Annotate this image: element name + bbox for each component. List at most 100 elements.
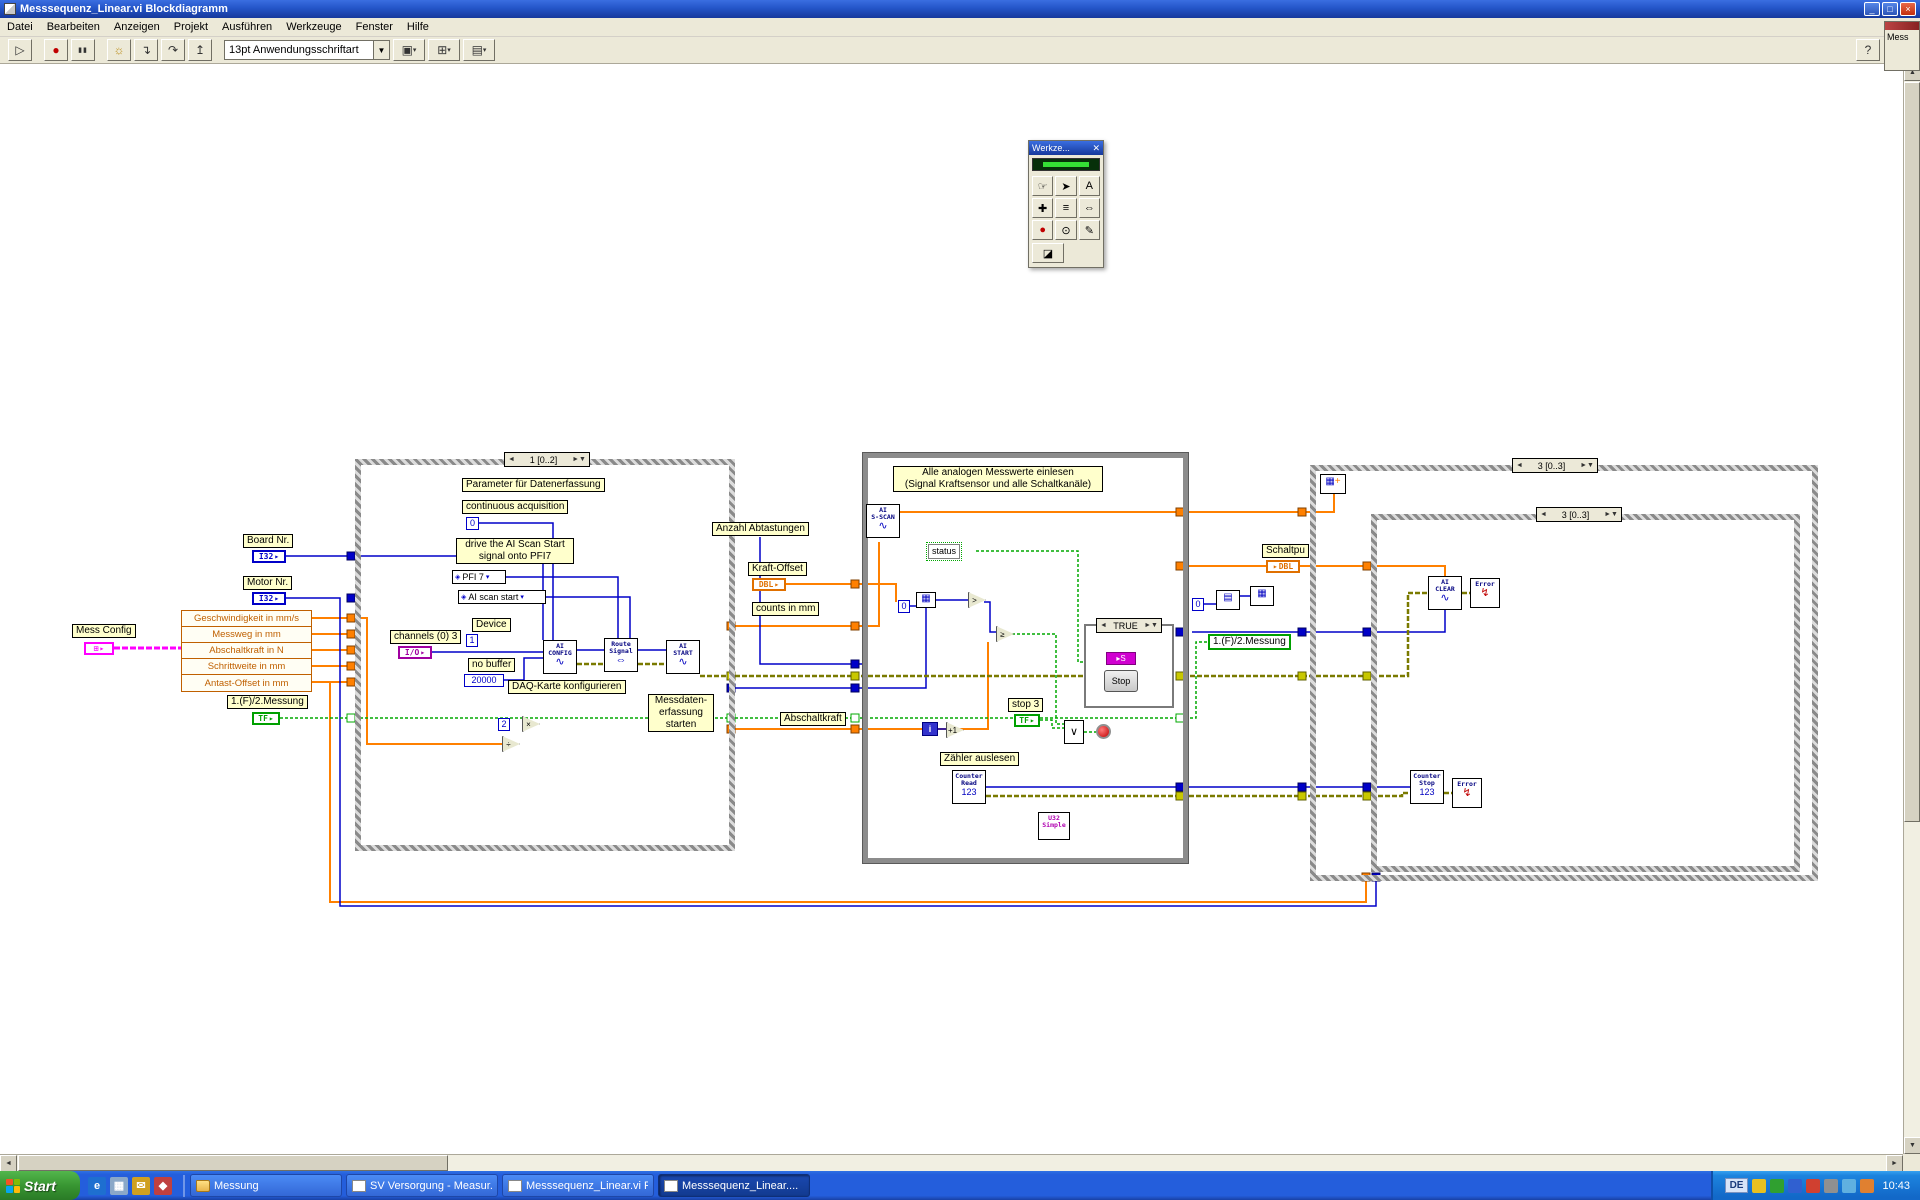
no-buffer-label[interactable]: no buffer bbox=[468, 658, 515, 672]
language-indicator[interactable]: DE bbox=[1725, 1178, 1749, 1193]
counter-stop-node[interactable]: Counter Stop 123 bbox=[1410, 770, 1444, 804]
tray-icon[interactable] bbox=[1788, 1179, 1802, 1193]
minimize-button[interactable]: _ bbox=[1864, 2, 1880, 16]
menu-werkzeuge[interactable]: Werkzeuge bbox=[279, 19, 348, 35]
daq-comment[interactable]: DAQ-Karte konfigurieren bbox=[508, 680, 626, 694]
loop-condition-led-icon[interactable] bbox=[1096, 724, 1111, 739]
zaehler-comment[interactable]: Zähler auslesen bbox=[940, 752, 1019, 766]
quicklaunch-mail-icon[interactable]: ✉ bbox=[132, 1177, 150, 1195]
step-out-button[interactable]: ↥ bbox=[188, 39, 212, 61]
ai-scan-start-ring-constant[interactable]: ◈ AI scan start ▾ bbox=[458, 590, 546, 604]
numeric-constant-0[interactable]: 0 bbox=[1192, 598, 1204, 611]
error-handler-node[interactable]: Error ↯ bbox=[1452, 778, 1482, 808]
next-frame-icon[interactable]: ►▼ bbox=[1580, 462, 1594, 469]
tray-icon[interactable] bbox=[1824, 1179, 1838, 1193]
step-over-button[interactable]: ↷ bbox=[161, 39, 185, 61]
abschaltkraft-label[interactable]: Abschaltkraft bbox=[780, 712, 846, 726]
messung-tf-terminal[interactable]: TF▸ bbox=[252, 712, 280, 725]
unbundle-field[interactable]: Geschwindigkeit in mm/s bbox=[182, 611, 311, 627]
mess-config-cluster-terminal[interactable]: ⊞▸ bbox=[84, 642, 114, 655]
close-button[interactable]: × bbox=[1900, 2, 1916, 16]
menu-ausfuehren[interactable]: Ausführen bbox=[215, 19, 279, 35]
chevron-down-icon[interactable]: ▼ bbox=[373, 41, 389, 59]
tray-icon[interactable] bbox=[1752, 1179, 1766, 1193]
ai-config-node[interactable]: AI CONFIG ∿ bbox=[543, 640, 577, 674]
error-handler-node[interactable]: Error ↯ bbox=[1470, 578, 1500, 608]
scroll-tool-button[interactable]: ⇔ bbox=[1079, 198, 1100, 218]
breakpoint-tool-button[interactable]: ● bbox=[1032, 220, 1053, 240]
unbundle-field[interactable]: Antast-Offset in mm bbox=[182, 675, 311, 691]
array-node[interactable]: ▦ bbox=[1250, 586, 1274, 606]
counts-label[interactable]: counts in mm bbox=[752, 602, 819, 616]
unbundle-field[interactable]: Schrittweite in mm bbox=[182, 659, 311, 675]
tray-icon[interactable] bbox=[1860, 1179, 1874, 1193]
messung-local-label[interactable]: 1.(F)/2.Messung bbox=[1208, 634, 1291, 650]
object-menu-tool-button[interactable]: ≡ bbox=[1055, 198, 1076, 218]
distribute-objects-button[interactable]: ⊞▾ bbox=[428, 39, 460, 61]
font-selector[interactable]: 13pt Anwendungsschriftart ▼ bbox=[224, 40, 390, 60]
menu-bearbeiten[interactable]: Bearbeiten bbox=[40, 19, 107, 35]
position-tool-button[interactable]: ➤ bbox=[1055, 176, 1076, 196]
block-diagram-canvas[interactable]: ◄ 1 [0..2] ►▼ ◄ 3 [0..3] ►▼ ◄ 3 [0..3] ►… bbox=[0, 64, 1903, 1154]
tray-icon[interactable] bbox=[1770, 1179, 1784, 1193]
scroll-right-button[interactable]: ► bbox=[1886, 1155, 1903, 1172]
menu-datei[interactable]: Datei bbox=[0, 19, 40, 35]
background-window-fragment[interactable]: Mess bbox=[1884, 21, 1920, 71]
unbundle-field[interactable]: Messweg in mm bbox=[182, 627, 311, 643]
menu-anzeigen[interactable]: Anzeigen bbox=[107, 19, 167, 35]
pfi7-ring-constant[interactable]: ◈ PFI 7 ▾ bbox=[452, 570, 506, 584]
schaltpunkte-terminal[interactable]: ▸DBL bbox=[1266, 560, 1300, 573]
frame3-outer-selector[interactable]: ◄ 3 [0..3] ►▼ bbox=[1512, 458, 1598, 473]
step-into-button[interactable]: ↴ bbox=[134, 39, 158, 61]
menu-fenster[interactable]: Fenster bbox=[349, 19, 400, 35]
kraft-offset-terminal[interactable]: DBL▸ bbox=[752, 578, 786, 591]
drive-comment[interactable]: drive the AI Scan Start signal onto PFI7 bbox=[456, 538, 574, 564]
horizontal-scrollbar[interactable]: ◄ ► bbox=[0, 1154, 1903, 1171]
taskbar-task-blockdiagram[interactable]: Messsequenz_Linear.... bbox=[658, 1174, 810, 1197]
or-node[interactable]: ∨ bbox=[1064, 720, 1084, 744]
auto-tool-select-button[interactable] bbox=[1032, 158, 1100, 171]
motor-nr-terminal[interactable]: I32▸ bbox=[252, 592, 286, 605]
kraft-offset-label[interactable]: Kraft-Offset bbox=[748, 562, 807, 576]
restore-button[interactable]: □ bbox=[1882, 2, 1898, 16]
taskbar-task-frontpanel[interactable]: Messsequenz_Linear.vi F... bbox=[502, 1174, 654, 1197]
quicklaunch-ie-icon[interactable]: e bbox=[88, 1177, 106, 1195]
tools-palette-titlebar[interactable]: Werkze... ✕ bbox=[1029, 141, 1103, 155]
u32-simple-node[interactable]: U32 Simple bbox=[1038, 812, 1070, 840]
mess-config-label[interactable]: Mess Config bbox=[72, 624, 136, 638]
stop-button-node[interactable]: Stop bbox=[1104, 670, 1138, 692]
wire-tool-button[interactable]: ✚ bbox=[1032, 198, 1053, 218]
horizontal-scroll-thumb[interactable] bbox=[18, 1155, 448, 1171]
channels-io-terminal[interactable]: I/O▸ bbox=[398, 646, 432, 659]
sequence-frame-3-inner[interactable] bbox=[1371, 514, 1800, 872]
operate-tool-button[interactable]: ☞ bbox=[1032, 176, 1053, 196]
board-nr-label[interactable]: Board Nr. bbox=[243, 534, 293, 548]
ai-start-node[interactable]: AI START ∿ bbox=[666, 640, 700, 674]
case-selector[interactable]: ◄ TRUE ►▼ bbox=[1096, 618, 1162, 633]
param-comment[interactable]: Parameter für Datenerfassung bbox=[462, 478, 605, 492]
run-button[interactable]: ▷ bbox=[8, 39, 32, 61]
ai-clear-node[interactable]: AI CLEAR ∿ bbox=[1428, 576, 1462, 610]
prev-case-icon[interactable]: ◄ bbox=[1100, 622, 1107, 629]
build-array-node[interactable]: ▤ bbox=[1216, 590, 1240, 610]
counter-read-node[interactable]: Counter Read 123 bbox=[952, 770, 986, 804]
status-element[interactable]: status bbox=[928, 544, 960, 559]
messdaten-comment[interactable]: Messdaten- erfassung starten bbox=[648, 694, 714, 732]
quicklaunch-app-icon[interactable]: ◆ bbox=[154, 1177, 172, 1195]
tray-icon[interactable] bbox=[1842, 1179, 1856, 1193]
reorder-objects-button[interactable]: ▤▾ bbox=[463, 39, 495, 61]
index-array-node[interactable]: ▦ bbox=[916, 592, 936, 608]
probe-tool-button[interactable]: ⊙ bbox=[1055, 220, 1076, 240]
context-help-button[interactable]: ? bbox=[1856, 39, 1880, 61]
stop-local-variable-icon[interactable]: ▸S bbox=[1106, 652, 1136, 665]
ai-sscan-node[interactable]: AI S-SCAN ∿ bbox=[866, 504, 900, 538]
device-label[interactable]: Device bbox=[472, 618, 511, 632]
numeric-constant-1[interactable]: 1 bbox=[466, 634, 478, 647]
unbundle-field[interactable]: Abschaltkraft in N bbox=[182, 643, 311, 659]
next-frame-icon[interactable]: ►▼ bbox=[572, 456, 586, 463]
prev-frame-icon[interactable]: ◄ bbox=[1540, 511, 1547, 518]
window-titlebar[interactable]: Messsequenz_Linear.vi Blockdiagramm _ □ … bbox=[0, 0, 1920, 18]
pause-button[interactable]: ▮▮ bbox=[71, 39, 95, 61]
close-icon[interactable]: ✕ bbox=[1092, 143, 1100, 154]
messung-label[interactable]: 1.(F)/2.Messung bbox=[227, 695, 308, 709]
